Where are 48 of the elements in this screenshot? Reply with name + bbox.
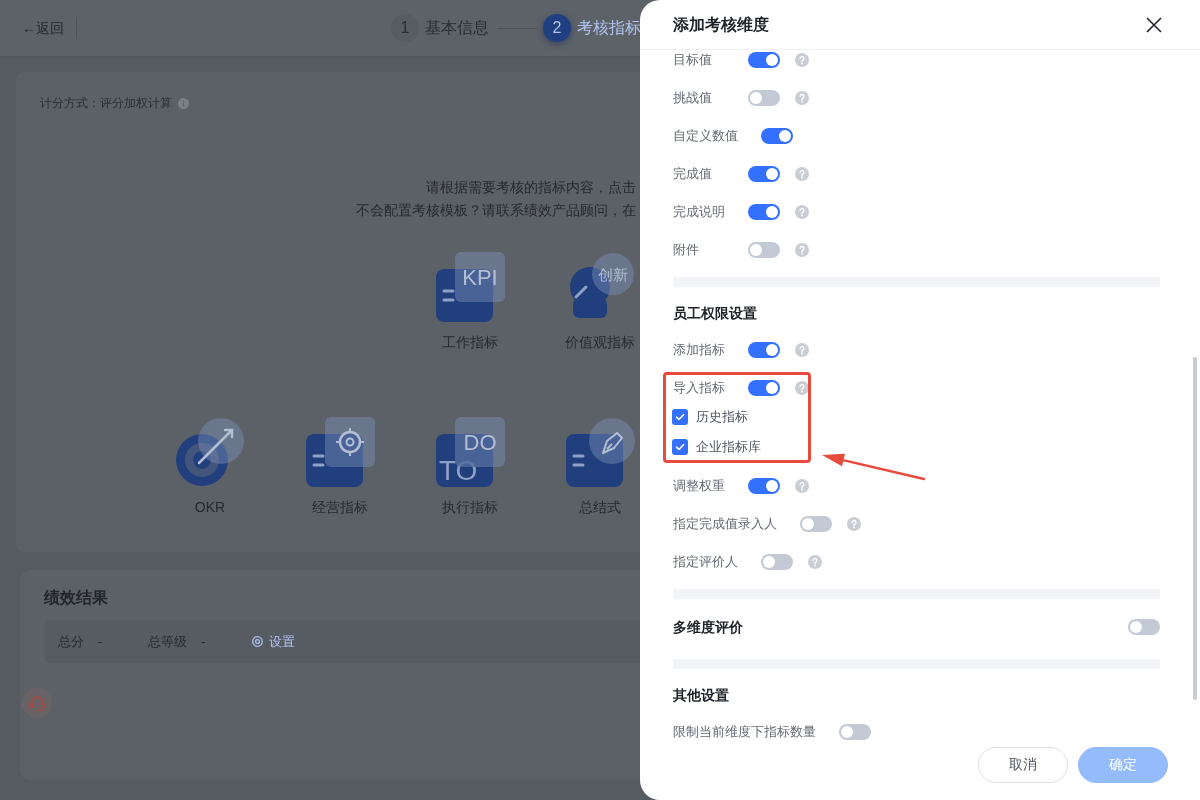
pen-card-icon xyxy=(565,417,635,487)
target-dart-icon xyxy=(175,417,245,487)
checkbox[interactable] xyxy=(672,409,688,425)
setting-label: 完成值 xyxy=(673,165,713,183)
toggle-switch[interactable] xyxy=(748,52,780,68)
toggle-switch[interactable] xyxy=(761,128,793,144)
cancel-button[interactable]: 取消 xyxy=(978,747,1068,783)
scrollbar-thumb[interactable] xyxy=(1193,357,1197,700)
ring-icon xyxy=(251,636,263,647)
setting-label: 完成说明 xyxy=(673,203,725,221)
toggle-switch[interactable] xyxy=(748,90,780,106)
info-icon xyxy=(178,97,189,109)
section-title: 员工权限设置 xyxy=(673,304,758,323)
checkbox[interactable] xyxy=(672,439,688,455)
toggle-switch[interactable] xyxy=(748,342,780,358)
setting-label: 指定评价人 xyxy=(673,553,738,571)
toggle-switch[interactable] xyxy=(748,242,780,258)
toggle-switch[interactable] xyxy=(839,724,871,740)
close-icon[interactable] xyxy=(1146,16,1162,33)
step-label: 考核指标 xyxy=(577,18,641,38)
setting-label: 挑战值 xyxy=(673,89,713,107)
setting-label: 限制当前维度下指标数量 xyxy=(673,723,816,741)
template-option[interactable]: OKR xyxy=(175,417,245,517)
section-title: 多维度评价 xyxy=(673,618,743,637)
crosshair-card-icon xyxy=(305,417,375,487)
setting-label: 附件 xyxy=(673,241,700,259)
toggle-switch[interactable] xyxy=(748,380,780,396)
toggle-switch[interactable] xyxy=(1128,619,1160,635)
option-label: 企业指标库 xyxy=(696,438,761,456)
setting-label: 目标值 xyxy=(673,51,713,69)
toggle-switch[interactable] xyxy=(748,204,780,220)
section-title: 绩效结果 xyxy=(44,588,108,608)
setting-label: 自定义数值 xyxy=(673,127,738,145)
setting-label: 指定完成值录入人 xyxy=(673,515,777,533)
section-title: 其他设置 xyxy=(673,686,730,705)
drawer-title: 添加考核维度 xyxy=(673,14,769,35)
toggle-switch[interactable] xyxy=(800,516,832,532)
setting-label: 导入指标 xyxy=(673,379,725,397)
toggle-switch[interactable] xyxy=(748,478,780,494)
settings-link[interactable]: 设置 xyxy=(251,632,295,651)
toggle-switch[interactable] xyxy=(761,554,793,570)
option-label: 历史指标 xyxy=(696,408,748,426)
field-value: - xyxy=(201,632,206,651)
step-number: 2 xyxy=(543,14,571,42)
setting-label: 调整权重 xyxy=(673,477,725,495)
toggle-switch[interactable] xyxy=(748,166,780,182)
field-value: - xyxy=(98,632,103,651)
setting-label: 添加指标 xyxy=(673,341,725,359)
